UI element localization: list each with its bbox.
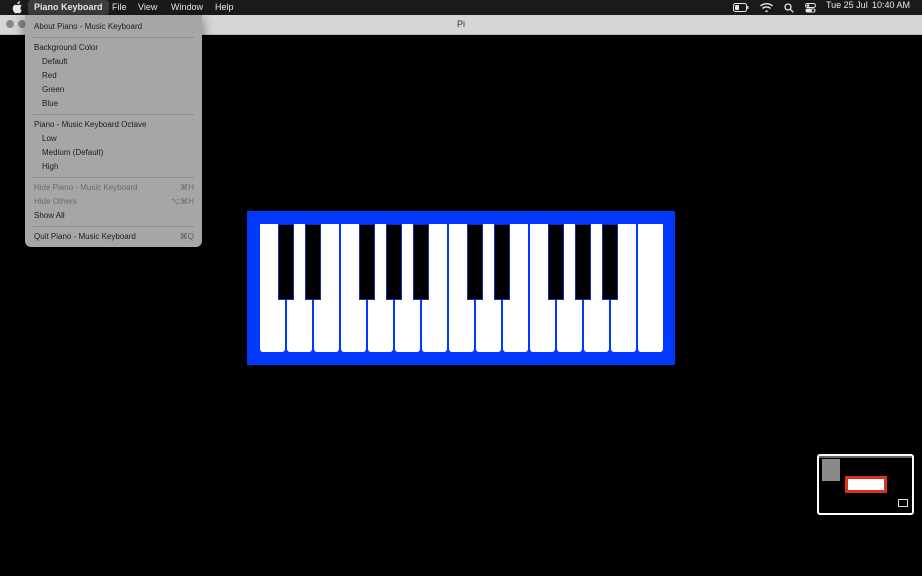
menu-item-hide-app: Hide Piano - Music Keyboard: [34, 183, 138, 192]
app-dropdown-menu: About Piano - Music Keyboard Background …: [25, 15, 202, 247]
menu-item-quit[interactable]: Quit Piano - Music Keyboard: [34, 231, 136, 243]
screenshot-thumbnail[interactable]: [817, 454, 914, 515]
menubar-date[interactable]: Tue 25 Jul: [826, 0, 868, 10]
menu-window[interactable]: Window: [165, 0, 209, 15]
black-key[interactable]: [386, 224, 402, 300]
menu-help[interactable]: Help: [209, 0, 240, 15]
wifi-icon[interactable]: [760, 3, 773, 13]
menu-item-bg-red[interactable]: Red: [42, 70, 57, 82]
menu-header-background-color: Background Color: [34, 43, 99, 52]
menubar-time[interactable]: 10:40 AM: [872, 0, 910, 10]
menu-item-bg-green[interactable]: Green: [42, 84, 64, 96]
menu-bar: Piano Keyboard File View Window Help Tue…: [0, 0, 922, 15]
battery-icon[interactable]: [733, 3, 749, 12]
menu-view[interactable]: View: [132, 0, 163, 15]
thumbnail-menu: [822, 459, 840, 481]
search-icon[interactable]: [784, 3, 794, 13]
menu-app-name[interactable]: Piano Keyboard: [28, 0, 109, 15]
hide-others-shortcut: ⌥⌘H: [171, 197, 194, 206]
black-key[interactable]: [467, 224, 483, 300]
menu-file[interactable]: File: [106, 0, 133, 15]
black-key[interactable]: [359, 224, 375, 300]
menu-separator: [33, 114, 194, 115]
menu-separator: [33, 177, 194, 178]
black-key[interactable]: [413, 224, 429, 300]
black-key[interactable]: [494, 224, 510, 300]
black-key[interactable]: [548, 224, 564, 300]
menu-item-octave-low[interactable]: Low: [42, 133, 57, 145]
menu-item-octave-medium[interactable]: Medium (Default): [42, 147, 103, 159]
black-key[interactable]: [602, 224, 618, 300]
black-key[interactable]: [575, 224, 591, 300]
thumbnail-piano-keys: [848, 479, 884, 490]
menu-item-about[interactable]: About Piano - Music Keyboard: [34, 21, 142, 33]
menu-item-hide-others: Hide Others: [34, 197, 77, 206]
black-key[interactable]: [278, 224, 294, 300]
menu-item-octave-high[interactable]: High: [42, 161, 58, 173]
menu-item-bg-default[interactable]: Default: [42, 56, 67, 68]
quit-shortcut: ⌘Q: [179, 232, 194, 241]
hide-app-shortcut: ⌘H: [180, 183, 194, 192]
menu-item-show-all[interactable]: Show All: [34, 210, 65, 222]
thumbnail-menubar: [819, 456, 912, 458]
menu-item-bg-blue[interactable]: Blue: [42, 98, 58, 110]
black-key[interactable]: [305, 224, 321, 300]
white-key[interactable]: [638, 224, 663, 352]
apple-icon[interactable]: [11, 1, 23, 14]
control-center-icon[interactable]: [805, 3, 816, 13]
menu-header-octave: Piano - Music Keyboard Octave: [34, 120, 147, 129]
menu-separator: [33, 226, 194, 227]
menu-separator: [33, 37, 194, 38]
thumbnail-window-icon: [898, 499, 908, 507]
